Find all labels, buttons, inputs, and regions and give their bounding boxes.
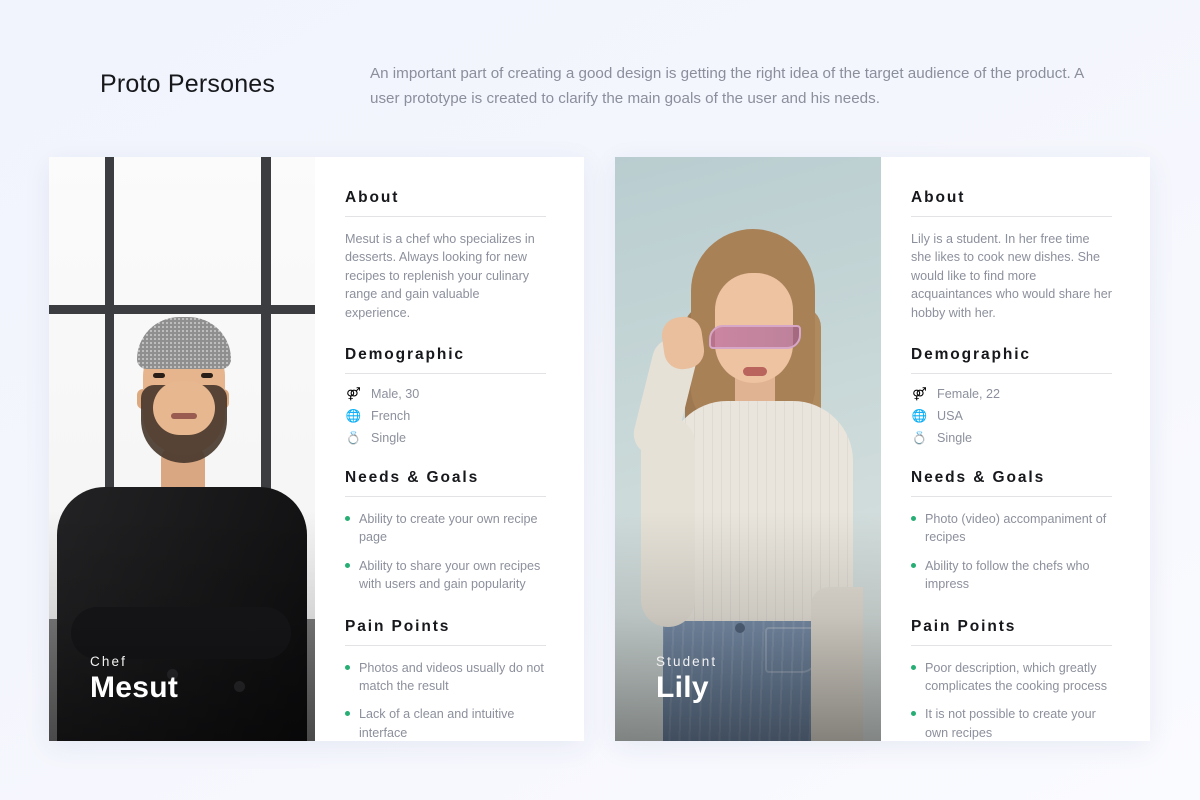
- bullet-icon: [345, 664, 350, 670]
- divider: [345, 373, 546, 375]
- rings-icon: 💍: [345, 430, 362, 445]
- about-text: Mesut is a chef who specializes in desse…: [345, 232, 535, 320]
- demographic-row: 🌐 French: [345, 409, 546, 423]
- page-header: Proto Persones An important part of crea…: [0, 0, 1200, 150]
- demographic-heading: Demographic: [911, 346, 1031, 364]
- bullet-icon: [911, 516, 916, 522]
- persona-info: About Lily is a student. In her free tim…: [881, 157, 1150, 741]
- divider: [911, 496, 1112, 498]
- list-item-text: It is not possible to create your own re…: [925, 707, 1096, 740]
- page-title: Proto Persones: [100, 70, 276, 98]
- divider: [345, 216, 546, 217]
- persona-name: Mesut: [90, 671, 179, 705]
- divider: [345, 496, 546, 498]
- persona-role: Student: [656, 654, 718, 670]
- about-text: Lily is a student. In her free time she …: [911, 232, 1112, 320]
- eye-left: [153, 373, 165, 378]
- demographic-section: Demographic ⚤ Male, 30 🌐 French 💍 Single: [345, 346, 546, 445]
- gender-icon: ⚤: [346, 386, 361, 401]
- demographic-label: Female, 22: [937, 387, 1000, 402]
- photo-gradient-overlay: [49, 511, 315, 741]
- list-item-text: Photo (video) accompaniment of recipes: [925, 512, 1107, 545]
- list-item-text: Ability to follow the chefs who impress: [925, 558, 1090, 592]
- list-item-text: Poor description, which greatly complica…: [925, 660, 1108, 694]
- needs-goals-section: Needs & Goals Ability to create your own…: [345, 469, 546, 594]
- list-item: Ability to follow the chefs who impress: [911, 557, 1112, 594]
- persona-name-block: Chef Mesut: [90, 654, 178, 704]
- persona-role: Chef: [90, 654, 127, 670]
- demographic-heading: Demographic: [345, 346, 465, 364]
- persona-name-block: Student Lily: [656, 654, 717, 704]
- needs-goals-heading: Needs & Goals: [911, 469, 1046, 487]
- list-item-text: Ability to share your own recipes with u…: [359, 558, 541, 592]
- about-heading: About: [345, 189, 400, 206]
- list-item: Photos and videos usually do not match t…: [345, 659, 546, 696]
- demographic-row: 💍 Single: [345, 431, 546, 445]
- list-item: Photo (video) accompaniment of recipes: [911, 510, 1112, 547]
- list-item: Lack of a clean and intuitive interface: [345, 705, 546, 742]
- demographic-row: ⚤ Female, 22: [911, 387, 1112, 401]
- persona-card[interactable]: Chef Mesut About Mesut is a chef who spe…: [49, 157, 584, 741]
- list-item-text: Ability to create your own recipe page: [359, 512, 538, 545]
- persona-card[interactable]: Student Lily About Lily is a student. In…: [615, 157, 1150, 741]
- photo-gradient-overlay: [615, 511, 881, 741]
- chin-highlight: [153, 381, 215, 435]
- list-item: It is not possible to create your own re…: [911, 705, 1112, 742]
- needs-goals-heading: Needs & Goals: [345, 469, 480, 487]
- list-item: Ability to create your own recipe page: [345, 510, 546, 547]
- gender-icon: ⚤: [912, 386, 927, 401]
- pain-points-heading: Pain Points: [911, 617, 1017, 635]
- list-item: Ability to share your own recipes with u…: [345, 557, 546, 594]
- about-section: About Lily is a student. In her free tim…: [911, 189, 1112, 322]
- pain-points-section: Pain Points Photos and videos usually do…: [345, 618, 546, 743]
- bullet-icon: [911, 711, 916, 717]
- bullet-icon: [345, 562, 350, 568]
- bullet-icon: [345, 711, 350, 717]
- demographic-label: Male, 30: [371, 387, 420, 402]
- demographic-row: 💍 Single: [911, 431, 1112, 445]
- bullet-icon: [345, 516, 350, 522]
- mouth: [171, 413, 197, 419]
- sunglasses-icon: [709, 325, 801, 349]
- globe-icon: 🌐: [911, 408, 928, 423]
- page-description: An important part of creating a good des…: [370, 65, 1084, 107]
- persona-photo: Student Lily: [615, 157, 881, 741]
- about-heading: About: [911, 189, 966, 206]
- demographic-label: Single: [371, 431, 407, 446]
- globe-icon: 🌐: [345, 408, 362, 423]
- eye-right: [201, 373, 213, 378]
- demographic-section: Demographic ⚤ Female, 22 🌐 USA 💍 Single: [911, 346, 1112, 445]
- lips: [743, 367, 767, 376]
- persona-photo: Chef Mesut: [49, 157, 315, 741]
- bullet-icon: [911, 664, 916, 670]
- persona-name: Lily: [656, 671, 709, 705]
- pain-points-section: Pain Points Poor description, which grea…: [911, 618, 1112, 743]
- list-item: Poor description, which greatly complica…: [911, 659, 1112, 696]
- rings-icon: 💍: [911, 430, 928, 445]
- list-item-text: Photos and videos usually do not match t…: [359, 660, 544, 694]
- demographic-label: USA: [937, 409, 963, 424]
- demographic-label: Single: [937, 431, 973, 446]
- list-item-text: Lack of a clean and intuitive interface: [359, 707, 515, 740]
- persona-info: About Mesut is a chef who specializes in…: [315, 157, 584, 741]
- divider: [911, 644, 1112, 646]
- demographic-row: ⚤ Male, 30: [345, 387, 546, 401]
- divider: [911, 216, 1112, 217]
- demographic-row: 🌐 USA: [911, 409, 1112, 423]
- needs-goals-section: Needs & Goals Photo (video) accompanimen…: [911, 469, 1112, 594]
- pain-points-heading: Pain Points: [345, 617, 451, 635]
- about-section: About Mesut is a chef who specializes in…: [345, 189, 546, 322]
- demographic-label: French: [371, 409, 411, 424]
- divider: [345, 644, 546, 646]
- bullet-icon: [911, 562, 916, 568]
- window-frame-horizontal: [49, 305, 315, 314]
- divider: [911, 373, 1112, 375]
